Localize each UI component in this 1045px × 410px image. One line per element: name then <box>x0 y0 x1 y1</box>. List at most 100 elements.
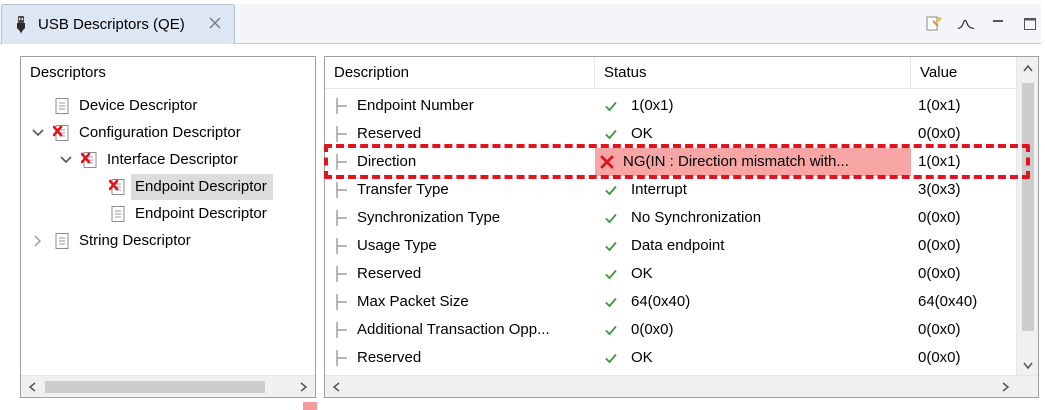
tree-branch-icon <box>336 210 347 226</box>
status-cell: Data endpoint <box>595 232 911 260</box>
check-icon <box>605 353 617 364</box>
tab-label: USB Descriptors (QE) <box>38 16 185 33</box>
description-text: Direction <box>357 153 417 170</box>
usb-plug-icon <box>17 16 25 34</box>
status-text: 0(0x0) <box>631 321 674 338</box>
value-cell: 0(0x0) <box>918 321 961 338</box>
status-cell: OK <box>595 260 911 288</box>
tree-branch-icon <box>336 98 347 114</box>
tree-node-label: Device Descriptor <box>79 97 198 114</box>
table-row[interactable]: Reserved OK 0(0x0) <box>325 344 1018 372</box>
table-row[interactable]: Reserved OK 0(0x0) <box>325 120 1018 148</box>
table-row[interactable]: Reserved OK 0(0x0) <box>325 260 1018 288</box>
scroll-right-icon[interactable] <box>998 380 1012 394</box>
description-cell: Endpoint Number <box>325 92 595 120</box>
status-text: 64(0x40) <box>631 293 691 310</box>
tree-node-label: Configuration Descriptor <box>79 124 241 141</box>
tree-horizontal-scrollbar[interactable] <box>21 375 315 397</box>
status-text: No Synchronization <box>631 209 762 226</box>
column-value[interactable]: Value <box>911 57 1018 89</box>
value-cell: 3(0x3) <box>918 181 961 198</box>
scrollbar-thumb[interactable] <box>1022 83 1034 331</box>
status-text: 1(0x1) <box>631 97 674 114</box>
status-text: OK <box>631 265 653 282</box>
waveform-icon[interactable] <box>957 15 975 33</box>
table-row[interactable]: Direction NG(IN : Direction mismatch with… <box>325 148 1018 176</box>
value-cell: 0(0x0) <box>918 125 961 142</box>
maximize-icon[interactable] <box>1021 15 1039 33</box>
value-cell: 0(0x0) <box>918 237 961 254</box>
value-cell: 1(0x1) <box>918 97 961 114</box>
scroll-right-icon[interactable] <box>296 380 310 394</box>
tree-node-label: Interface Descriptor <box>107 151 238 168</box>
column-description[interactable]: Description <box>325 57 595 89</box>
check-icon <box>605 129 617 140</box>
tree-node[interactable]: Device Descriptor <box>21 93 315 119</box>
table-horizontal-scrollbar[interactable] <box>325 375 1038 397</box>
wizard-icon[interactable] <box>925 15 943 33</box>
tree-node[interactable]: Endpoint Descriptor <box>21 174 315 200</box>
table-row[interactable]: Additional Transaction Opp... 0(0x0) 0(0x0… <box>325 316 1018 344</box>
chevron-down-icon[interactable] <box>31 126 45 140</box>
tree-node-label: Endpoint Descriptor <box>131 174 273 200</box>
description-text: Transfer Type <box>357 181 449 198</box>
document-error-icon <box>53 125 69 141</box>
chevron-right-icon[interactable] <box>31 234 45 248</box>
minimize-icon[interactable] <box>989 15 1007 33</box>
tree-node-label: Endpoint Descriptor <box>135 205 267 222</box>
status-text: Interrupt <box>631 181 687 198</box>
tree-branch-icon <box>336 350 347 366</box>
tree-node[interactable]: String Descriptor <box>21 228 315 254</box>
table-row[interactable]: Endpoint Number 1(0x1) 1(0x1) <box>325 92 1018 120</box>
scrollbar-thumb[interactable] <box>45 381 265 393</box>
scroll-left-icon[interactable] <box>330 380 344 394</box>
view-toolbar <box>925 14 1039 34</box>
description-text: Synchronization Type <box>357 209 501 226</box>
check-icon <box>605 185 617 196</box>
tree-branch-icon <box>336 154 347 170</box>
description-text: Endpoint Number <box>357 97 474 114</box>
tree-branch-icon <box>336 126 347 142</box>
status-cell: OK <box>595 344 911 372</box>
tree-node-label: String Descriptor <box>79 232 191 249</box>
description-text: Reserved <box>357 125 422 142</box>
description-text: Additional Transaction Opp... <box>357 321 550 338</box>
chevron-down-icon[interactable] <box>59 153 73 167</box>
error-x-icon <box>600 155 614 169</box>
tree-node[interactable]: Configuration Descriptor <box>21 120 315 146</box>
table-row[interactable]: Usage Type Data endpoint 0(0x0) <box>325 232 1018 260</box>
descriptor-properties-pane: Description Status Value Endpoint Number… <box>324 56 1039 398</box>
close-icon[interactable] <box>208 16 222 30</box>
description-text: Max Packet Size <box>357 293 469 310</box>
description-cell: Direction <box>325 148 595 176</box>
table-row[interactable]: Transfer Type Interrupt 3(0x3) <box>325 176 1018 204</box>
description-cell: Synchronization Type <box>325 204 595 232</box>
status-cell: NG(IN : Direction mismatch with... <box>595 148 911 176</box>
document-icon <box>55 233 69 249</box>
tree-header: Descriptors <box>30 64 106 81</box>
tree-branch-icon <box>336 266 347 282</box>
value-cell: 0(0x0) <box>918 209 961 226</box>
description-text: Usage Type <box>357 237 437 254</box>
scroll-up-icon[interactable] <box>1021 62 1035 76</box>
value-cell: 0(0x0) <box>918 265 961 282</box>
check-icon <box>605 241 617 252</box>
scroll-left-icon[interactable] <box>26 380 40 394</box>
status-cell: 1(0x1) <box>595 92 911 120</box>
column-status[interactable]: Status <box>595 57 911 89</box>
tree-node[interactable]: Endpoint Descriptor <box>21 201 315 227</box>
tree-node[interactable]: Interface Descriptor <box>21 147 315 173</box>
decorative-marker <box>303 402 317 410</box>
status-text: NG(IN : Direction mismatch with... <box>623 153 849 170</box>
description-text: Reserved <box>357 265 422 282</box>
table-row[interactable]: Max Packet Size 64(0x40) 64(0x40) <box>325 288 1018 316</box>
scroll-down-icon[interactable] <box>1021 358 1035 372</box>
tab-usb-descriptors[interactable]: USB Descriptors (QE) <box>1 4 235 44</box>
descriptor-tree-pane: Descriptors Device Descriptor Configurati… <box>20 56 316 398</box>
description-cell: Additional Transaction Opp... <box>325 316 595 344</box>
value-cell: 1(0x1) <box>918 153 961 170</box>
document-error-icon <box>81 152 97 168</box>
table-vertical-scrollbar[interactable] <box>1016 57 1038 377</box>
table-row[interactable]: Synchronization Type No Synchronization 0(… <box>325 204 1018 232</box>
check-icon <box>605 297 617 308</box>
